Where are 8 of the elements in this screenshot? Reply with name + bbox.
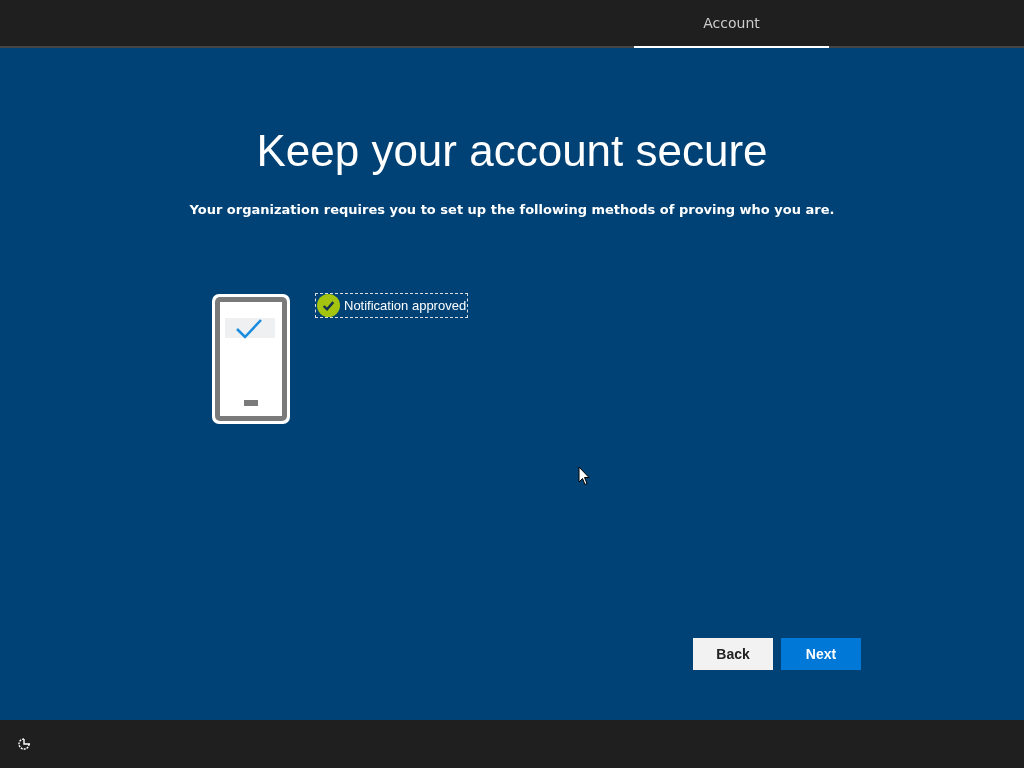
page-title: Keep your account secure bbox=[255, 126, 769, 176]
ease-of-access-icon[interactable] bbox=[16, 736, 32, 752]
back-button[interactable]: Back bbox=[693, 638, 773, 670]
page-subtitle: Your organization requires you to set up the following methods of proving who you are. bbox=[188, 202, 836, 217]
phone-check-icon bbox=[211, 293, 291, 425]
status-text: Notification approved bbox=[344, 298, 467, 313]
next-button[interactable]: Next bbox=[781, 638, 861, 670]
mouse-pointer-icon bbox=[578, 466, 590, 486]
